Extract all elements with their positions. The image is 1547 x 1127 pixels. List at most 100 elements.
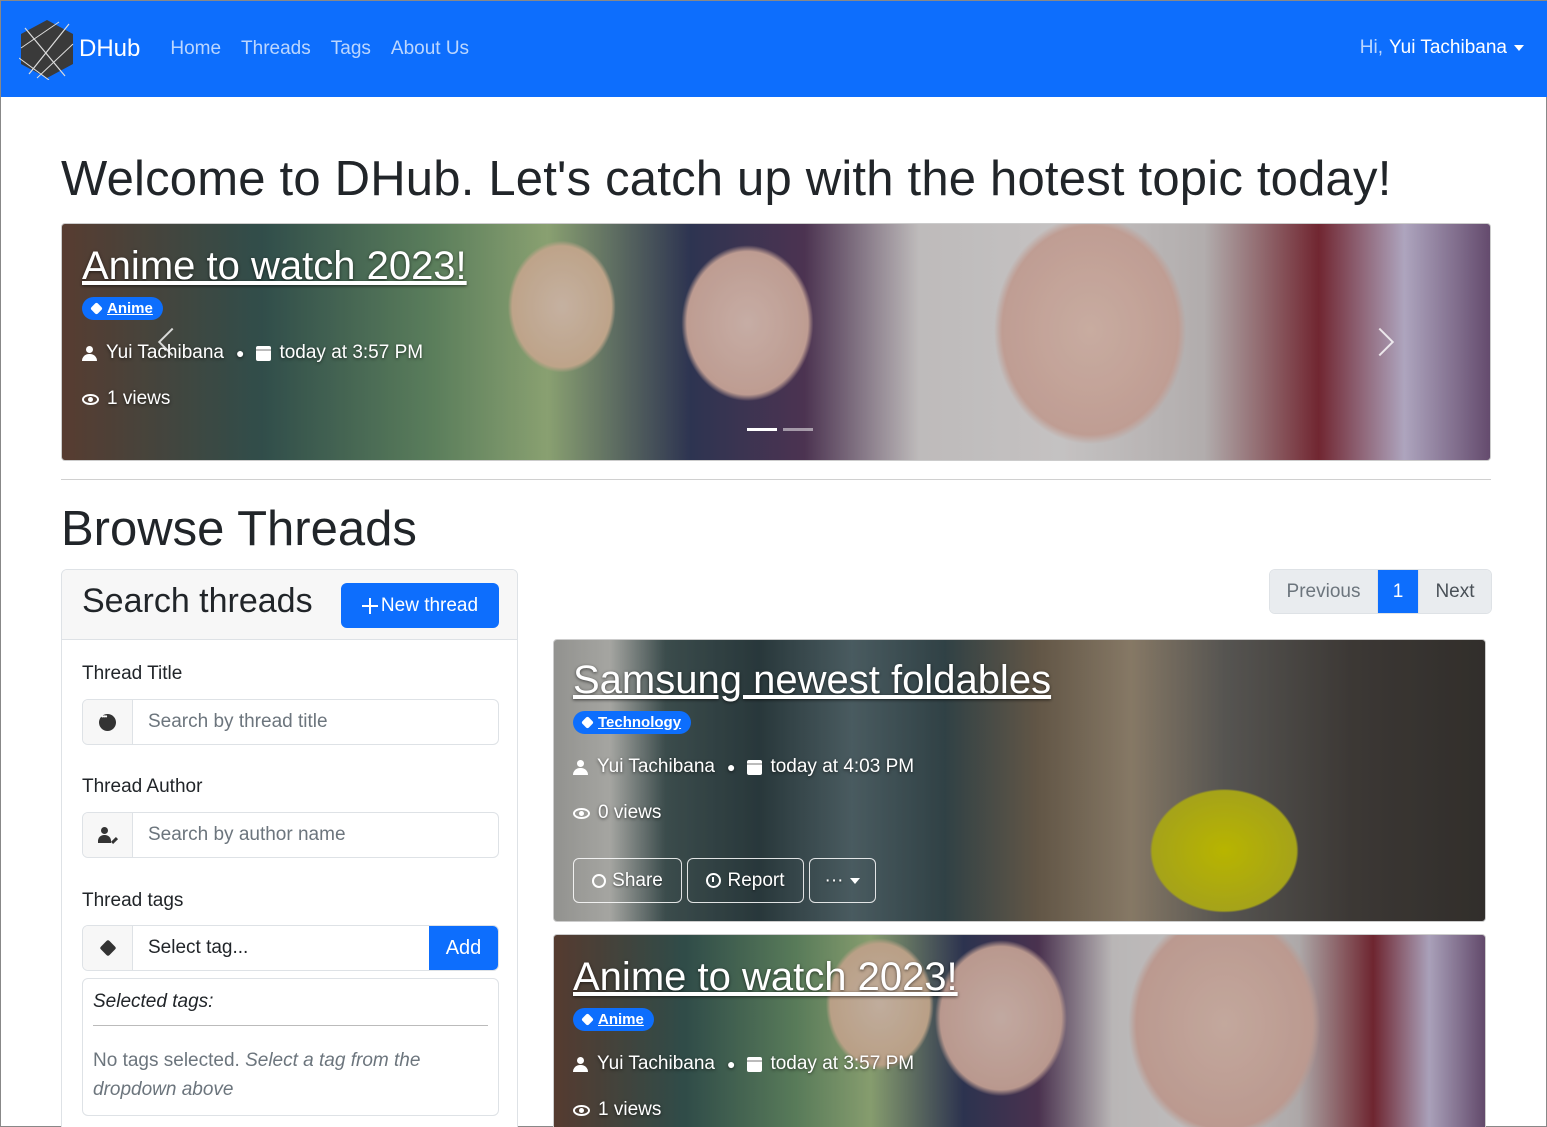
welcome-heading: Welcome to DHub. Let's catch up with the… [61, 152, 1392, 206]
nav-threads[interactable]: Threads [241, 38, 311, 60]
featured-carousel: Anime to watch 2023! Anime Yui Tachibana… [61, 223, 1491, 461]
person-icon [573, 759, 588, 775]
thread-tags-label: Thread tags [82, 890, 184, 911]
user-menu-dropdown[interactable]: Hi, Yui Tachibana [1360, 37, 1524, 59]
separator-dot: ● [235, 345, 245, 361]
tag-select[interactable]: Select tag... [133, 926, 429, 970]
thread-author-input-group [82, 812, 499, 858]
search-card-title: Search threads [82, 582, 313, 620]
thread-title-link[interactable]: Anime to watch 2023! [573, 955, 958, 1000]
share-button[interactable]: Share [573, 858, 682, 903]
tag-icon [90, 302, 103, 315]
tag-icon [581, 1013, 594, 1026]
user-edit-icon-addon [83, 813, 133, 857]
new-thread-label: New thread [380, 594, 479, 616]
no-tags-text: No tags selected. [93, 1050, 240, 1071]
carousel-meta: Yui Tachibana ● today at 3:57 PM [82, 342, 467, 364]
selected-tags-box: Selected tags: No tags selected. Select … [82, 978, 499, 1116]
pagination-next[interactable]: Next [1418, 570, 1491, 613]
calendar-icon [256, 345, 272, 361]
report-label: Report [727, 869, 785, 891]
carousel-next-button[interactable] [1365, 324, 1395, 364]
thread-card: Anime to watch 2023! Anime Yui Tachibana… [553, 934, 1486, 1127]
top-navbar: DHub Home Threads Tags About Us Hi, Yui … [1, 1, 1547, 97]
thread-card: Samsung newest foldables Technology Yui … [553, 639, 1486, 922]
thread-title-search-input[interactable] [133, 700, 498, 744]
chevron-right-icon [1365, 327, 1395, 357]
pagination-previous[interactable]: Previous [1270, 570, 1378, 613]
search-threads-card: Search threads New thread Thread Title T… [61, 569, 518, 1127]
thread-tag-label: Technology [598, 714, 682, 731]
share-icon [592, 873, 607, 888]
thread-date: today at 3:57 PM [770, 1053, 915, 1074]
more-label: ··· [824, 869, 844, 891]
tags-icon-addon [83, 926, 133, 970]
eye-icon [82, 393, 99, 405]
author-search-input[interactable] [133, 813, 498, 857]
carousel-views-row: 1 views [82, 388, 467, 410]
thread-title-input-group [82, 699, 499, 745]
carousel-indicators [744, 428, 816, 431]
carousel-tag-label: Anime [107, 300, 153, 317]
user-edit-icon [97, 827, 118, 845]
thread-title-label: Thread Title [82, 663, 183, 684]
no-tags-message: No tags selected. Select a tag from the … [93, 1046, 488, 1104]
thread-card-content: Samsung newest foldables Technology Yui … [573, 658, 1051, 824]
thread-meta: Yui Tachibana ● today at 4:03 PM [573, 756, 1051, 778]
nav-tags[interactable]: Tags [331, 38, 371, 60]
thread-author: Yui Tachibana [597, 756, 715, 777]
caret-down-icon [1514, 45, 1524, 51]
thread-meta: Yui Tachibana ● today at 3:57 PM [573, 1053, 958, 1075]
thread-views-row: 0 views [573, 802, 1051, 824]
thread-author: Yui Tachibana [597, 1053, 715, 1074]
thread-tag-label: Anime [598, 1011, 644, 1028]
thread-tag-badge[interactable]: Anime [573, 1008, 654, 1031]
nav-home[interactable]: Home [170, 38, 221, 60]
carousel-tag-badge[interactable]: Anime [82, 297, 163, 320]
pagination: Previous 1 Next [1269, 569, 1492, 614]
nav-links: Home Threads Tags About Us [170, 38, 489, 60]
brand-name: DHub [79, 35, 141, 62]
tag-icon [581, 716, 594, 729]
dhub-logo-icon [19, 20, 74, 80]
calendar-icon [747, 759, 763, 775]
thread-author-label: Thread Author [82, 776, 203, 797]
thread-tags-input-group: Select tag... Add [82, 925, 499, 971]
person-icon [573, 1056, 588, 1072]
carousel-date: today at 3:57 PM [279, 342, 424, 363]
carousel-caption: Anime to watch 2023! Anime Yui Tachibana… [82, 244, 467, 410]
separator-dot: ● [726, 1056, 736, 1072]
more-options-button[interactable]: ··· [809, 858, 876, 903]
new-thread-button[interactable]: New thread [341, 583, 499, 628]
nav-about-us[interactable]: About Us [391, 38, 469, 60]
person-icon [82, 345, 97, 361]
selected-tags-title: Selected tags: [93, 991, 488, 1026]
add-tag-button[interactable]: Add [429, 926, 498, 970]
thread-views: 1 views [598, 1099, 662, 1120]
thread-card-content: Anime to watch 2023! Anime Yui Tachibana… [573, 955, 958, 1121]
report-button[interactable]: Report [687, 858, 804, 903]
tags-icon [99, 939, 116, 957]
thread-title-link[interactable]: Samsung newest foldables [573, 658, 1051, 703]
carousel-prev-button[interactable] [154, 324, 187, 364]
caret-down-icon [850, 877, 861, 884]
greeting-text: Hi, [1359, 37, 1384, 58]
thread-views-row: 1 views [573, 1099, 958, 1121]
section-divider [61, 479, 1491, 480]
thread-tag-badge[interactable]: Technology [573, 711, 692, 734]
share-label: Share [612, 869, 663, 891]
brand-link[interactable]: DHub [19, 18, 140, 80]
eye-icon [573, 1104, 590, 1116]
browse-heading: Browse Threads [61, 502, 417, 556]
carousel-indicator-2[interactable] [783, 428, 813, 431]
separator-dot: ● [726, 759, 736, 775]
search-card-header: Search threads New thread [62, 570, 517, 640]
thread-views: 0 views [598, 802, 662, 823]
plus-icon [361, 597, 378, 614]
carousel-thread-title[interactable]: Anime to watch 2023! [82, 244, 467, 289]
carousel-indicator-1[interactable] [747, 428, 777, 431]
eye-icon [573, 807, 590, 819]
user-name: Yui Tachibana [1389, 37, 1507, 58]
thread-actions: Share Report ··· [573, 858, 881, 903]
pagination-page-1[interactable]: 1 [1378, 570, 1418, 613]
